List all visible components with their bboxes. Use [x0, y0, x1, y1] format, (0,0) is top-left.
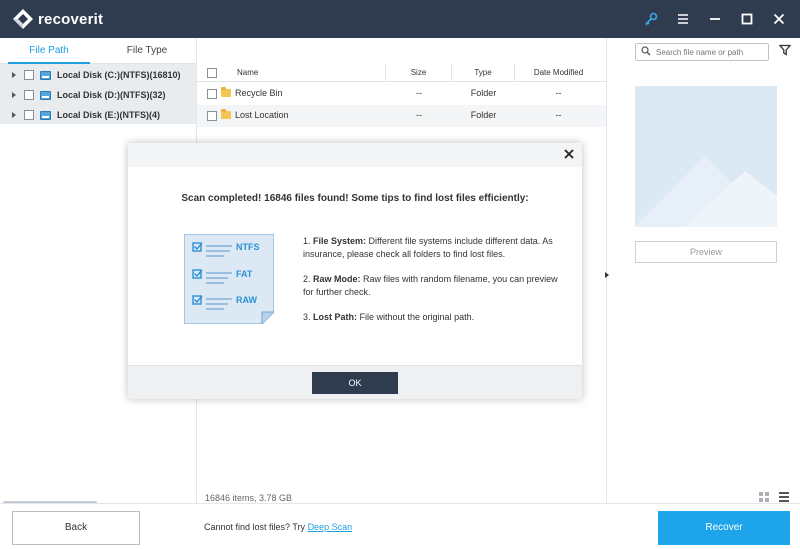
folder-icon: [221, 87, 231, 97]
item-count-status: 16846 items, 3.78 GB: [205, 493, 293, 503]
illus-label-ntfs: NTFS: [236, 242, 260, 252]
tree-item-drive-d[interactable]: Local Disk (D:)(NTFS)(32): [0, 85, 196, 105]
tip-item: 2. Raw Mode: Raw files with random filen…: [303, 274, 558, 297]
file-type: Folder: [470, 88, 497, 98]
bottom-bar: Back Cannot find lost files? Try Deep Sc…: [0, 503, 800, 549]
file-date: --: [555, 88, 562, 98]
dialog-footer: OK: [128, 365, 582, 399]
hard-drive-icon: [40, 90, 51, 100]
column-size[interactable]: Size: [386, 64, 452, 81]
hard-drive-icon: [40, 110, 51, 120]
back-button[interactable]: Back: [12, 511, 140, 545]
table-header: Name Size Type Date Modified: [197, 64, 606, 82]
file-systems-illustration: NTFS FAT RAW: [183, 233, 275, 325]
tree-item-drive-c[interactable]: Local Disk (C:)(NTFS)(16810): [0, 65, 196, 85]
search-icon: [641, 46, 651, 58]
drive-checkbox[interactable]: [24, 70, 34, 80]
drive-label: Local Disk (E:)(NTFS)(4): [57, 110, 161, 120]
tips-list: 1. File System: Different file systems i…: [303, 235, 565, 336]
dialog-header: [128, 143, 582, 167]
column-type[interactable]: Type: [452, 64, 515, 81]
title-bar: recoverit: [0, 0, 800, 38]
deep-scan-hint: Cannot find lost files? Try Deep Scan: [204, 522, 352, 532]
file-type: Folder: [470, 110, 497, 120]
illus-label-fat: FAT: [236, 269, 253, 279]
drive-checkbox[interactable]: [24, 90, 34, 100]
image-placeholder-icon: [635, 86, 777, 227]
preview-thumbnail: [635, 86, 777, 227]
app-logo: recoverit: [12, 8, 103, 30]
illus-label-raw: RAW: [236, 295, 258, 305]
drive-tree: Local Disk (C:)(NTFS)(16810) Local Disk …: [0, 64, 196, 124]
select-all-checkbox[interactable]: [207, 68, 217, 78]
minimize-icon[interactable]: [706, 10, 724, 28]
drive-checkbox[interactable]: [24, 110, 34, 120]
tip-item: 1. File System: Different file systems i…: [303, 236, 553, 259]
search-box[interactable]: [635, 43, 769, 61]
recoverit-logo-icon: [12, 8, 34, 30]
folder-icon: [221, 109, 231, 119]
file-size: --: [416, 88, 422, 98]
tip-item: 3. Lost Path: File without the original …: [303, 312, 475, 322]
hard-drive-icon: [40, 70, 51, 80]
dialog-title: Scan completed! 16846 files found! Some …: [181, 193, 529, 204]
recover-button[interactable]: Recover: [658, 511, 790, 545]
app-name: recoverit: [38, 10, 104, 28]
maximize-icon[interactable]: [738, 10, 756, 28]
key-icon[interactable]: [642, 10, 660, 28]
preview-panel: Preview: [605, 38, 800, 503]
expand-arrow-icon[interactable]: [12, 92, 16, 98]
deep-scan-link[interactable]: Deep Scan: [308, 522, 353, 532]
ok-button[interactable]: OK: [312, 372, 398, 394]
collapse-panel-arrow-icon[interactable]: [605, 272, 609, 278]
drive-label: Local Disk (C:)(NTFS)(16810): [57, 70, 181, 80]
menu-icon[interactable]: [674, 10, 692, 28]
column-date-modified[interactable]: Date Modified: [515, 64, 602, 81]
dialog-close-icon[interactable]: [562, 147, 576, 161]
file-name: Lost Location: [235, 110, 289, 120]
scan-complete-dialog: Scan completed! 16846 files found! Some …: [128, 143, 582, 399]
tab-file-type[interactable]: File Type: [98, 38, 196, 63]
drive-label: Local Disk (D:)(NTFS)(32): [57, 90, 166, 100]
column-name[interactable]: Name: [197, 64, 386, 81]
deep-scan-prompt: Cannot find lost files? Try: [204, 522, 308, 532]
file-date: --: [555, 110, 562, 120]
close-icon[interactable]: [770, 10, 788, 28]
tab-file-path[interactable]: File Path: [0, 38, 98, 64]
search-input[interactable]: [656, 47, 766, 57]
table-row[interactable]: Lost Location -- Folder --: [197, 105, 606, 127]
table-row[interactable]: Recycle Bin -- Folder --: [197, 83, 606, 105]
row-checkbox[interactable]: [207, 89, 217, 99]
preview-button[interactable]: Preview: [635, 241, 777, 263]
expand-arrow-icon[interactable]: [12, 112, 16, 118]
tree-item-drive-e[interactable]: Local Disk (E:)(NTFS)(4): [0, 105, 196, 125]
filter-icon[interactable]: [778, 44, 792, 58]
expand-arrow-icon[interactable]: [12, 72, 16, 78]
file-name: Recycle Bin: [235, 88, 283, 98]
document-checklist-icon: NTFS FAT RAW: [183, 233, 275, 325]
row-checkbox[interactable]: [207, 111, 217, 121]
view-tabs: File Path File Type: [0, 38, 196, 64]
file-size: --: [416, 110, 422, 120]
